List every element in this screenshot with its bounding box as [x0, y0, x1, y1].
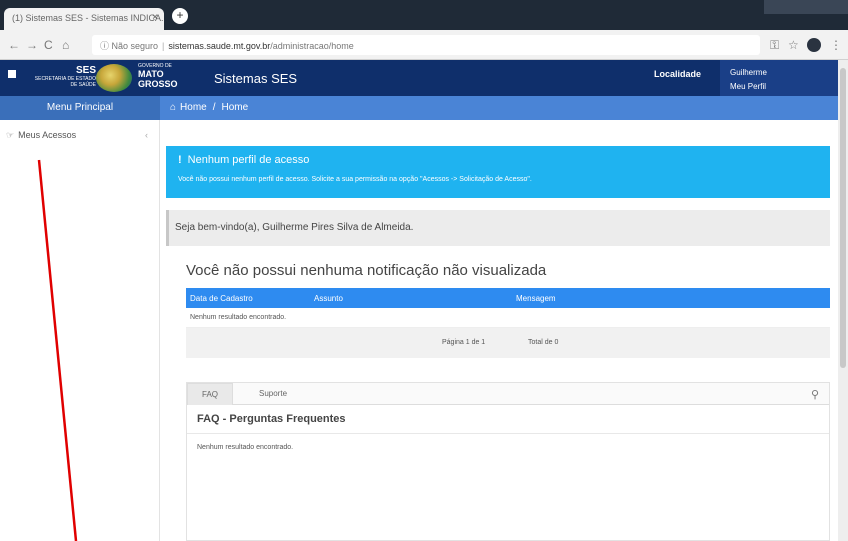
browser-tab[interactable]: (1) Sistemas SES - Sistemas INDICA... ×: [4, 8, 164, 30]
hamburger-icon[interactable]: [8, 70, 16, 78]
welcome-message: Seja bem-vindo(a), Guilherme Pires Silva…: [166, 210, 830, 246]
chevron-left-icon: ‹: [145, 130, 148, 140]
page-scrollbar[interactable]: [838, 60, 848, 541]
ses-logo: SES SECRETARIA DE ESTADO DE SAÚDE: [34, 65, 96, 88]
user-menu[interactable]: Guilherme Meu Perfil: [720, 60, 838, 96]
sub-navigation: Menu Principal ⌂ Home / Home: [0, 96, 838, 120]
close-tab-icon[interactable]: ×: [152, 12, 158, 23]
alert-title: Nenhum perfil de acesso: [187, 154, 310, 166]
url-path: /administracao/home: [270, 41, 354, 51]
home-icon[interactable]: ⌂: [62, 38, 69, 52]
home-icon[interactable]: ⌂: [170, 102, 176, 113]
faq-empty-message: Nenhum resultado encontrado.: [197, 444, 294, 451]
my-profile-link[interactable]: Meu Perfil: [730, 80, 828, 94]
tab-faq[interactable]: FAQ: [187, 383, 234, 405]
browser-tab-bar: (1) Sistemas SES - Sistemas INDICA... × …: [0, 0, 848, 30]
no-profile-alert: ! Nenhum perfil de acesso Você não possui…: [166, 146, 830, 198]
window-controls[interactable]: [764, 0, 848, 14]
browser-menu-icon[interactable]: ⋮: [830, 38, 842, 52]
column-header-assunto[interactable]: Assunto: [314, 294, 343, 303]
address-bar[interactable]: ⓘ Não seguro | sistemas.saude.mt.gov.br/ad…: [92, 35, 760, 55]
localidade-label[interactable]: Localidade: [654, 69, 701, 79]
state-crest-logo: [96, 64, 132, 92]
sidebar-item-label: Meus Acessos: [18, 130, 77, 140]
star-icon[interactable]: ☆: [788, 38, 799, 52]
faq-tab-bar: FAQ Suporte ⚲: [187, 383, 829, 405]
browser-toolbar: ← → C ⌂ ⓘ Não seguro | sistemas.saude.mt.g…: [0, 30, 848, 60]
government-logo: GOVERNO DE MATO GROSSO: [138, 63, 178, 89]
profile-avatar[interactable]: [807, 38, 821, 52]
scrollbar-thumb[interactable]: [840, 68, 846, 368]
app-title: Sistemas SES: [214, 71, 298, 86]
new-tab-button[interactable]: +: [172, 8, 188, 24]
page-info: Página 1 de 1: [442, 339, 486, 346]
menu-principal-header: Menu Principal: [0, 96, 160, 120]
sidebar: ☞ Meus Acessos ‹: [0, 120, 160, 541]
table-header: Data de Cadastro Assunto Mensagem: [186, 288, 830, 308]
table-pager: Página 1 de 1 Total de 0: [186, 328, 830, 358]
faq-heading: FAQ - Perguntas Frequentes: [187, 405, 829, 434]
breadcrumb-separator: /: [212, 102, 216, 113]
user-name[interactable]: Guilherme: [730, 66, 828, 80]
notifications-table: Data de Cadastro Assunto Mensagem Nenhum…: [186, 288, 830, 358]
column-header-data[interactable]: Data de Cadastro: [190, 294, 253, 303]
sidebar-item-meus-acessos[interactable]: ☞ Meus Acessos ‹: [6, 130, 154, 146]
breadcrumb-home-link[interactable]: Home: [180, 102, 207, 113]
breadcrumb: ⌂ Home / Home: [170, 96, 248, 120]
page-root: (1) Sistemas SES - Sistemas INDICA... × …: [0, 0, 848, 541]
hand-pointer-icon: ☞: [6, 130, 15, 140]
info-icon: !: [178, 154, 182, 166]
search-icon[interactable]: ⚲: [811, 388, 819, 401]
breadcrumb-current: Home: [221, 102, 249, 113]
forward-arrow-icon[interactable]: →: [26, 38, 38, 52]
tab-suporte[interactable]: Suporte: [245, 383, 301, 405]
notifications-title: Você não possui nenhuma notificação não …: [186, 262, 547, 279]
main-content: ! Nenhum perfil de acesso Você não possui…: [160, 120, 838, 541]
reload-icon[interactable]: C: [44, 38, 53, 52]
url-host: sistemas.saude.mt.gov.br: [168, 41, 271, 51]
alert-message: Você não possui nenhum perfil de acesso.…: [178, 176, 532, 183]
column-header-mensagem[interactable]: Mensagem: [516, 294, 556, 303]
key-icon[interactable]: ⚿: [770, 38, 779, 53]
app-header: SES SECRETARIA DE ESTADO DE SAÚDE GOVERN…: [0, 60, 848, 96]
security-indicator[interactable]: ⓘ Não seguro: [100, 41, 158, 51]
back-arrow-icon[interactable]: ←: [8, 38, 20, 52]
total-info: Total de 0: [528, 339, 559, 346]
faq-panel: FAQ Suporte ⚲ FAQ - Perguntas Frequentes…: [186, 382, 830, 541]
table-empty-row: Nenhum resultado encontrado.: [186, 308, 830, 328]
browser-tab-title: (1) Sistemas SES - Sistemas INDICA...: [12, 13, 164, 23]
